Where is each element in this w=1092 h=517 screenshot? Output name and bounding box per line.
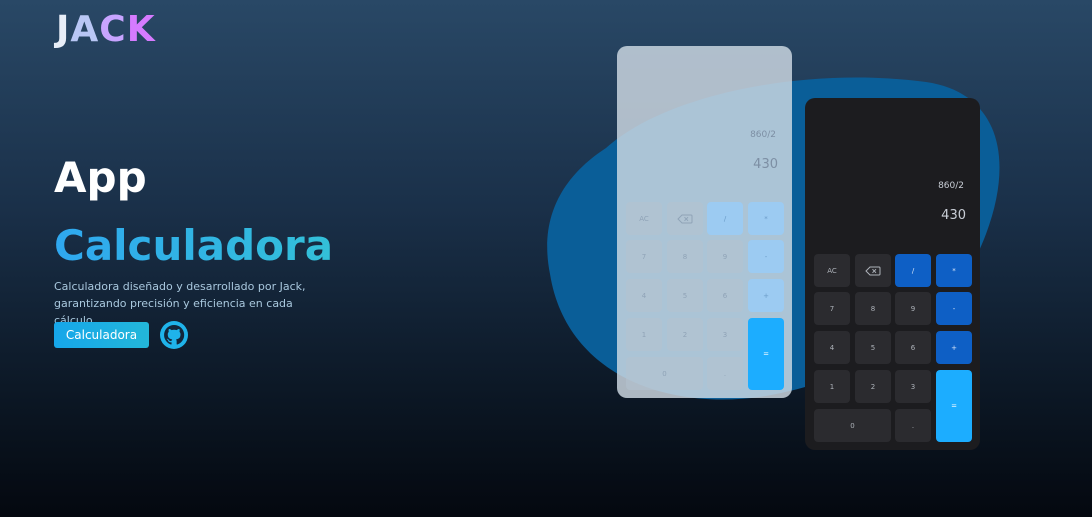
key-plus[interactable]: +	[748, 279, 784, 312]
key-backspace[interactable]	[855, 254, 891, 287]
key-equals[interactable]: =	[748, 318, 784, 390]
key-7[interactable]: 7	[814, 292, 850, 325]
calculator-expression: 860/2	[750, 130, 776, 140]
jack-logo[interactable]: JACK	[56, 8, 156, 52]
key-dot[interactable]: .	[895, 409, 931, 442]
key-2[interactable]: 2	[855, 370, 891, 403]
calculator-result: 430	[753, 157, 778, 172]
key-equals[interactable]: =	[936, 370, 972, 442]
key-9[interactable]: 9	[895, 292, 931, 325]
calculator-dark-mockup: 860/2 430 AC / * 7 8 9 - 4 5 6 + 1 2 3 =…	[805, 98, 980, 450]
key-backspace[interactable]	[667, 202, 703, 235]
key-divide[interactable]: /	[895, 254, 931, 287]
backspace-icon	[677, 214, 693, 223]
key-1[interactable]: 1	[626, 318, 662, 351]
key-2[interactable]: 2	[667, 318, 703, 351]
key-8[interactable]: 8	[855, 292, 891, 325]
key-multiply[interactable]: *	[936, 254, 972, 287]
key-3[interactable]: 3	[707, 318, 743, 351]
key-5[interactable]: 5	[667, 279, 703, 312]
key-8[interactable]: 8	[667, 240, 703, 273]
key-dot[interactable]: .	[707, 357, 743, 390]
key-6[interactable]: 6	[707, 279, 743, 312]
logo-letter-a: A	[70, 9, 100, 50]
key-ac[interactable]: AC	[626, 202, 662, 235]
key-0[interactable]: 0	[814, 409, 891, 442]
calculator-result: 430	[941, 208, 966, 223]
logo-letter-k: K	[126, 9, 156, 50]
key-multiply[interactable]: *	[748, 202, 784, 235]
key-3[interactable]: 3	[895, 370, 931, 403]
calculator-light-mockup: 860/2 430 AC / * 7 8 9 - 4 5 6 + 1 2 3 =…	[617, 46, 792, 398]
key-minus[interactable]: -	[748, 240, 784, 273]
backspace-icon	[865, 266, 881, 275]
key-0[interactable]: 0	[626, 357, 703, 390]
hero-title-calculadora: Calculadora	[54, 218, 333, 274]
logo-letter-c: C	[99, 9, 127, 50]
key-4[interactable]: 4	[626, 279, 662, 312]
key-7[interactable]: 7	[626, 240, 662, 273]
key-plus[interactable]: +	[936, 331, 972, 364]
key-minus[interactable]: -	[936, 292, 972, 325]
key-9[interactable]: 9	[707, 240, 743, 273]
key-4[interactable]: 4	[814, 331, 850, 364]
key-6[interactable]: 6	[895, 331, 931, 364]
logo-letter-j: J	[56, 9, 71, 50]
github-icon-glyph	[160, 321, 188, 349]
key-1[interactable]: 1	[814, 370, 850, 403]
github-icon[interactable]	[160, 321, 188, 349]
key-ac[interactable]: AC	[814, 254, 850, 287]
calculator-expression: 860/2	[938, 181, 964, 191]
key-5[interactable]: 5	[855, 331, 891, 364]
calculadora-button[interactable]: Calculadora	[54, 322, 149, 348]
hero-title-app: App	[54, 153, 147, 202]
key-divide[interactable]: /	[707, 202, 743, 235]
